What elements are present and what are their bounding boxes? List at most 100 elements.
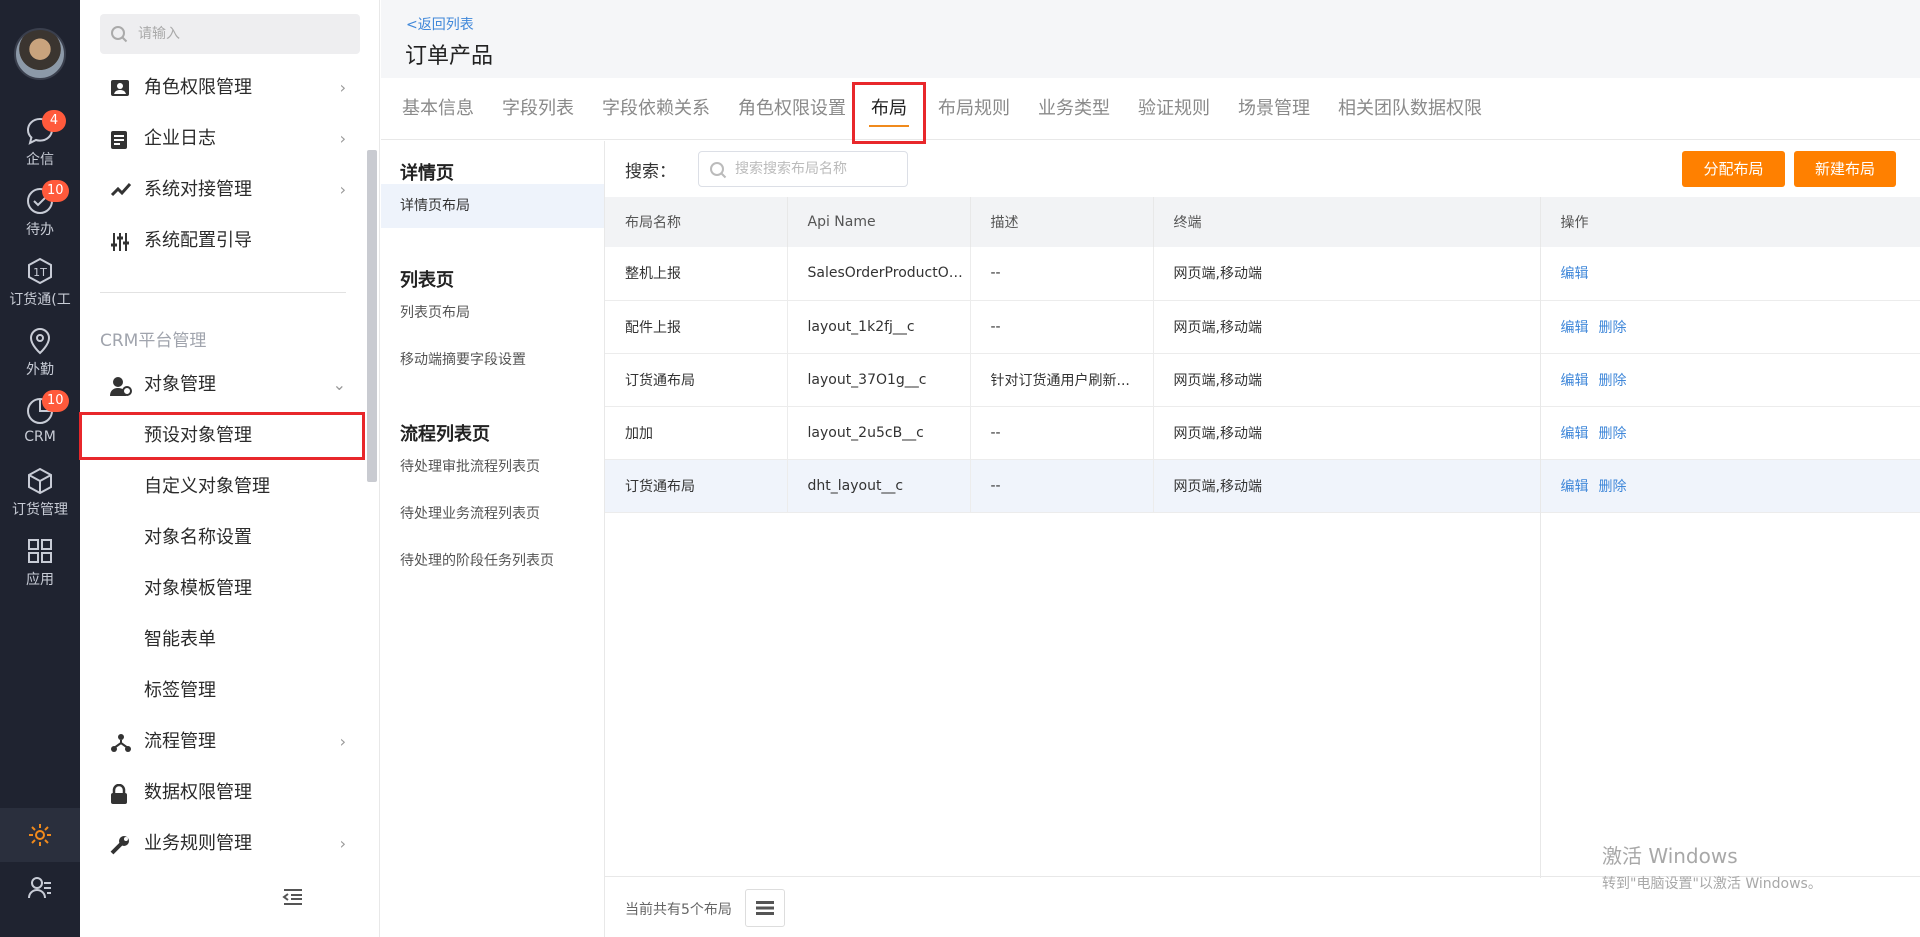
column-divider xyxy=(1540,248,1541,878)
tab-field-dependency[interactable]: 字段依赖关系 xyxy=(602,78,710,140)
sidebar-search-input[interactable]: 请输入 xyxy=(100,14,360,54)
cell-actions: 编辑 删除 xyxy=(1540,459,1920,513)
rail-item-field[interactable]: 外勤 xyxy=(0,326,80,390)
rail-label: 企信 xyxy=(26,152,54,168)
pending-stage-task-item[interactable]: 待处理的阶段任务列表页 xyxy=(381,539,604,583)
layout-search-input[interactable]: 搜索搜索布局名称 xyxy=(698,151,908,187)
watermark-subtitle: 转到"电脑设置"以激活 Windows。 xyxy=(1602,876,1822,892)
tab-layout-rules[interactable]: 布局规则 xyxy=(938,78,1010,140)
menu-business-rules[interactable]: 业务规则管理 › xyxy=(80,820,370,868)
pending-business-flow-item[interactable]: 待处理业务流程列表页 xyxy=(381,492,604,536)
submenu-object-template-mgmt[interactable]: 对象模板管理 xyxy=(80,565,370,613)
menu-process-management[interactable]: 流程管理 › xyxy=(80,718,370,766)
location-pin-icon xyxy=(29,327,51,355)
submenu-smart-form[interactable]: 智能表单 xyxy=(80,616,370,664)
rail-label: CRM xyxy=(24,429,56,445)
rail-item-qixin[interactable]: 企信 4 xyxy=(0,110,80,180)
edit-link[interactable]: 编辑 xyxy=(1561,479,1589,495)
cell-actions: 编辑 删除 xyxy=(1540,300,1920,354)
tab-team-data-permission[interactable]: 相关团队数据权限 xyxy=(1338,78,1482,140)
table-row: 订货通布局 layout_37O1g__c 针对订货通用户刷新... 网页端,移… xyxy=(605,353,1920,407)
cell-terminal: 网页端,移动端 xyxy=(1153,247,1541,301)
submenu-custom-object-mgmt[interactable]: 自定义对象管理 xyxy=(80,463,370,511)
chevron-right-icon: › xyxy=(339,78,346,97)
submenu-object-name-settings[interactable]: 对象名称设置 xyxy=(80,514,370,562)
cell-terminal: 网页端,移动端 xyxy=(1153,459,1541,513)
menu-role-permission[interactable]: 角色权限管理 › xyxy=(80,64,370,112)
flow-list-heading: 流程列表页 xyxy=(400,424,490,445)
rail-item-crm[interactable]: CRM 10 xyxy=(0,390,80,460)
lock-icon xyxy=(111,784,127,804)
col-api-name[interactable]: Api Name xyxy=(787,197,971,247)
gear-icon xyxy=(29,824,51,846)
tab-business-type[interactable]: 业务类型 xyxy=(1038,78,1110,140)
menu-system-config-guide[interactable]: 系统配置引导 xyxy=(80,217,370,265)
cell-api-name: layout_37O1g__c xyxy=(787,353,971,407)
rail-item-todo[interactable]: 待办 10 xyxy=(0,180,80,250)
col-layout-name[interactable]: 布局名称 xyxy=(605,197,788,247)
table-row: 订货通布局 dht_layout__c -- 网页端,移动端 编辑 删除 xyxy=(605,459,1920,513)
menu-data-permission[interactable]: 数据权限管理 xyxy=(80,769,370,817)
back-to-list-link[interactable]: <返回列表 xyxy=(406,14,474,34)
toolbar: 搜索： 搜索搜索布局名称 分配布局 新建布局 xyxy=(605,141,1920,197)
avatar[interactable] xyxy=(14,28,66,80)
layout-table: 布局名称 Api Name 描述 终端 操作 整机上报 SalesOrderPr… xyxy=(605,197,1920,513)
tab-bar: 基本信息 字段列表 字段依赖关系 角色权限设置 布局 布局规则 业务类型 验证规… xyxy=(381,78,1920,144)
tab-validation-rules[interactable]: 验证规则 xyxy=(1138,78,1210,140)
group-title: CRM平台管理 xyxy=(100,331,207,351)
sidebar-divider xyxy=(100,292,346,293)
edit-link[interactable]: 编辑 xyxy=(1561,426,1589,442)
mobile-summary-fields-item[interactable]: 移动端摘要字段设置 xyxy=(381,338,604,382)
tab-scene-mgmt[interactable]: 场景管理 xyxy=(1238,78,1310,140)
delete-link[interactable]: 删除 xyxy=(1599,373,1627,389)
col-terminal[interactable]: 终端 xyxy=(1153,197,1541,247)
sidebar-scrollbar[interactable] xyxy=(367,150,377,482)
column-settings-button[interactable] xyxy=(745,889,785,927)
delete-link[interactable]: 删除 xyxy=(1599,320,1627,336)
edit-link[interactable]: 编辑 xyxy=(1561,373,1589,389)
tab-label: 布局 xyxy=(871,98,907,119)
delete-link[interactable]: 删除 xyxy=(1599,426,1627,442)
edit-link[interactable]: 编辑 xyxy=(1561,266,1589,282)
collapse-menu-icon[interactable] xyxy=(282,888,304,906)
tab-basic-info[interactable]: 基本信息 xyxy=(402,78,474,140)
edit-link[interactable]: 编辑 xyxy=(1561,320,1589,336)
menu-label: 系统对接管理 xyxy=(144,179,252,200)
rail-item-apps[interactable]: 应用 xyxy=(0,536,80,600)
search-icon xyxy=(710,162,727,179)
link-icon xyxy=(110,183,132,197)
menu-system-integration[interactable]: 系统对接管理 › xyxy=(80,166,370,214)
user-settings-icon[interactable] xyxy=(27,875,53,901)
rail-label: 应用 xyxy=(26,572,54,588)
assign-layout-button[interactable]: 分配布局 xyxy=(1682,151,1785,187)
menu-object-management[interactable]: 对象管理 ⌄ xyxy=(80,361,370,409)
col-description[interactable]: 描述 xyxy=(970,197,1154,247)
delete-link[interactable]: 删除 xyxy=(1599,479,1627,495)
id-card-icon xyxy=(111,80,129,96)
cell-actions: 编辑 删除 xyxy=(1540,406,1920,460)
page-title: 订单产品 xyxy=(405,44,494,69)
new-layout-button[interactable]: 新建布局 xyxy=(1794,151,1896,187)
layout-list-content: 搜索： 搜索搜索布局名称 分配布局 新建布局 布局名称 Api Name 描述 … xyxy=(604,141,1920,937)
list-page-layout-item[interactable]: 列表页布局 xyxy=(381,291,604,335)
cell-api-name: dht_layout__c xyxy=(787,459,971,513)
pending-approval-list-item[interactable]: 待处理审批流程列表页 xyxy=(381,445,604,489)
rail-label: 外勤 xyxy=(26,362,54,378)
menu-enterprise-log[interactable]: 企业日志 › xyxy=(80,115,370,163)
cell-layout-name: 配件上报 xyxy=(605,300,788,354)
tab-layout[interactable]: 布局 xyxy=(852,82,926,144)
rail-item-dinghuotong[interactable]: 1T 订货通(工 xyxy=(0,256,80,320)
settings-button[interactable] xyxy=(0,808,80,862)
cell-description: -- xyxy=(970,406,1154,460)
submenu-tag-mgmt[interactable]: 标签管理 xyxy=(80,667,370,715)
unread-badge: 4 xyxy=(42,110,66,132)
tab-field-list[interactable]: 字段列表 xyxy=(502,78,574,140)
search-icon xyxy=(111,26,128,43)
active-tab-indicator xyxy=(869,125,909,127)
tab-role-permission[interactable]: 角色权限设置 xyxy=(738,78,846,140)
layout-count: 当前共有5个布局 xyxy=(625,902,732,918)
detail-page-layout-item[interactable]: 详情页布局 xyxy=(381,184,604,228)
detail-page-heading: 详情页 xyxy=(400,163,454,184)
submenu-preset-object-mgmt[interactable]: 预设对象管理 xyxy=(79,412,365,460)
rail-item-order-mgmt[interactable]: 订货管理 xyxy=(0,466,80,530)
